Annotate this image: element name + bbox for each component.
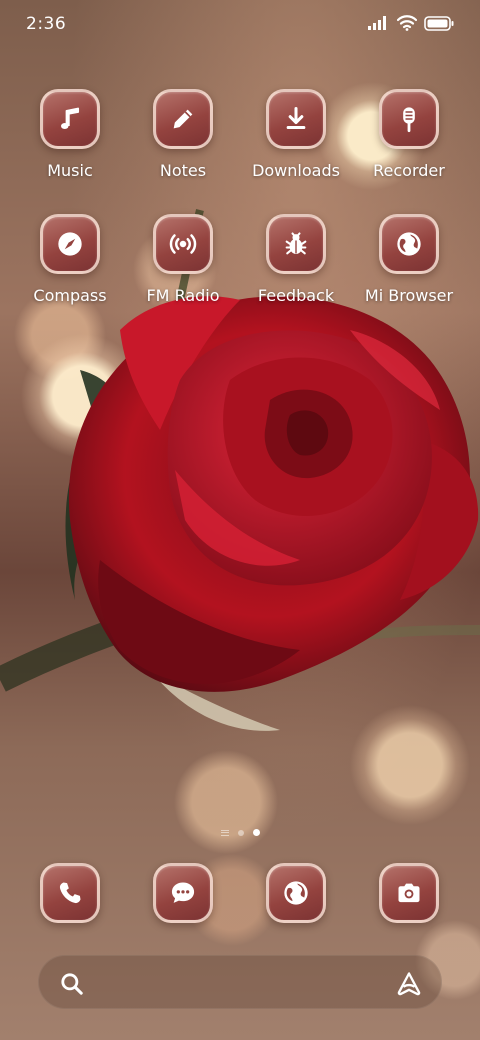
microphone-icon (403, 107, 415, 133)
radio-waves-icon (169, 234, 197, 254)
page-dot[interactable] (237, 829, 244, 836)
app-label: Mi Browser (364, 286, 454, 305)
dock-browser[interactable] (241, 863, 351, 923)
app-icon-mi-browser[interactable] (379, 214, 439, 274)
search-bar[interactable] (38, 955, 442, 1009)
camera-icon (398, 883, 420, 903)
app-icon-music[interactable] (40, 89, 100, 149)
phone-icon (59, 882, 81, 904)
status-time: 2:36 (26, 14, 67, 34)
dock-icon-phone[interactable] (40, 863, 100, 923)
compass-icon (58, 232, 82, 256)
globe-icon (397, 232, 421, 256)
dock-icon-camera[interactable] (379, 863, 439, 923)
page-list-indicator[interactable] (220, 829, 229, 836)
music-note-icon (61, 107, 80, 130)
app-notes[interactable]: Notes (128, 89, 238, 180)
app-recorder[interactable]: Recorder (354, 89, 464, 180)
app-feedback[interactable]: Feedback (241, 214, 351, 305)
app-fm-radio[interactable]: FM Radio (128, 214, 238, 305)
app-label: Downloads (252, 161, 340, 180)
dock-icon-browser[interactable] (266, 863, 326, 923)
app-label: Compass (33, 286, 107, 305)
status-bar: 2:36 (0, 0, 480, 50)
app-icon-feedback[interactable] (266, 214, 326, 274)
app-downloads[interactable]: Downloads (241, 89, 351, 180)
assistant-icon[interactable] (395, 970, 423, 998)
dock-icon-messages[interactable] (153, 863, 213, 923)
wifi-icon (397, 15, 417, 31)
dock-messages[interactable] (128, 863, 238, 923)
chat-bubble-icon (171, 882, 195, 903)
app-label: Recorder (373, 161, 445, 180)
app-icon-notes[interactable] (153, 89, 213, 149)
app-label: FM Radio (146, 286, 220, 305)
app-label: Feedback (257, 286, 335, 305)
app-icon-downloads[interactable] (266, 89, 326, 149)
app-compass[interactable]: Compass (15, 214, 125, 305)
pencil-icon (173, 109, 193, 129)
app-icon-recorder[interactable] (379, 89, 439, 149)
status-icons (368, 15, 454, 31)
bug-icon (285, 232, 307, 255)
dock-camera[interactable] (354, 863, 464, 923)
globe-icon (284, 881, 308, 905)
battery-icon (424, 15, 454, 31)
cellular-signal-icon (368, 16, 386, 30)
app-label: Notes (159, 161, 207, 180)
app-icon-fm-radio[interactable] (153, 214, 213, 274)
search-icon[interactable] (59, 971, 85, 997)
app-music[interactable]: Music (15, 89, 125, 180)
download-icon (286, 106, 306, 130)
app-label: Music (47, 161, 93, 180)
dock-phone[interactable] (15, 863, 125, 923)
page-dot-active[interactable] (252, 829, 260, 836)
page-indicator (0, 829, 480, 836)
app-mi-browser[interactable]: Mi Browser (354, 214, 464, 305)
app-icon-compass[interactable] (40, 214, 100, 274)
